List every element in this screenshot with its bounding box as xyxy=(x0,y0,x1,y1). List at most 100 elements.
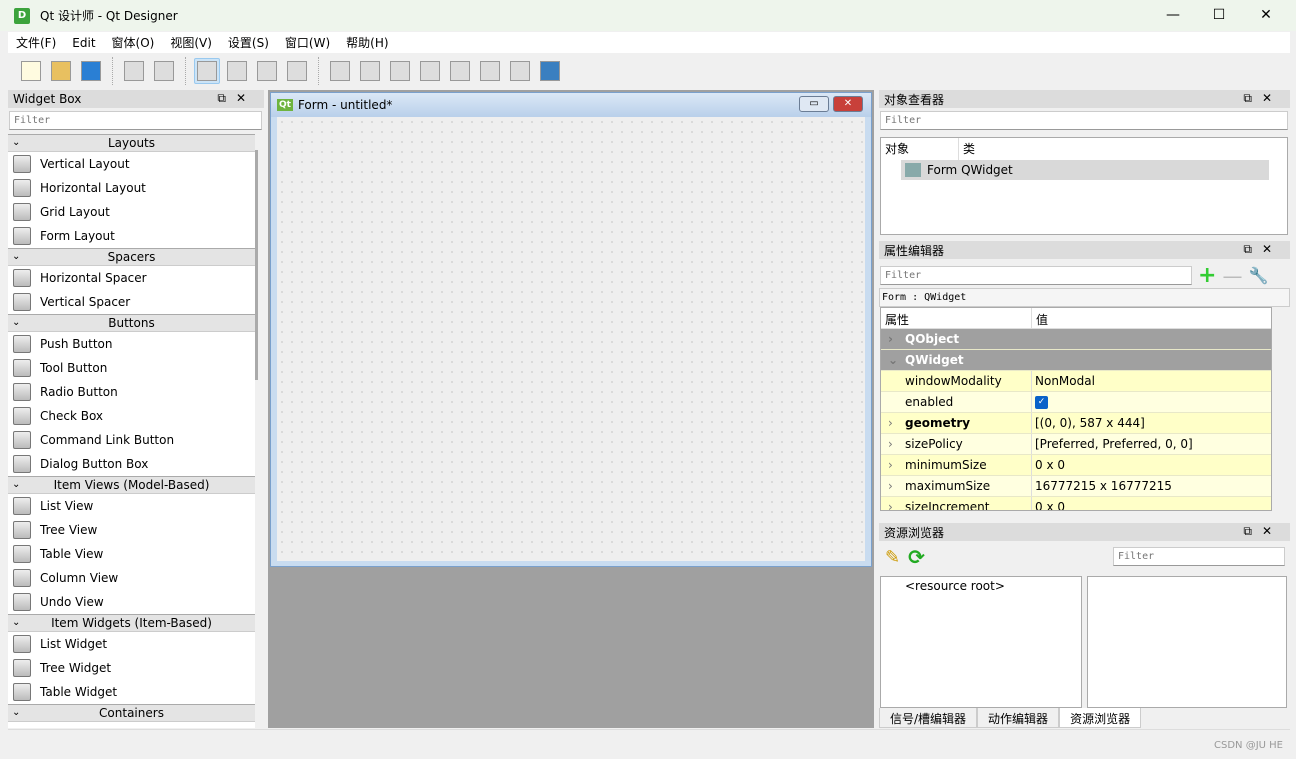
float-close-icons[interactable]: ⧉✕ xyxy=(1243,524,1282,539)
chevron-right-icon[interactable]: › xyxy=(888,497,893,510)
resource-list[interactable] xyxy=(1087,576,1287,708)
widget-item[interactable]: List View xyxy=(8,494,255,518)
send-to-back-icon[interactable] xyxy=(121,58,147,84)
widget-item[interactable]: Vertical Spacer xyxy=(8,290,255,314)
configure-wrench-icon[interactable]: 🔧 xyxy=(1248,266,1268,285)
widget-item[interactable]: Tree Widget xyxy=(8,656,255,680)
chevron-down-icon[interactable]: ⌄ xyxy=(888,350,898,370)
break-layout-icon[interactable] xyxy=(507,58,533,84)
form-close-icon[interactable]: ✕ xyxy=(833,96,863,112)
menu-item[interactable]: 设置(S) xyxy=(220,34,277,51)
widget-item[interactable]: Check Box xyxy=(8,404,255,428)
menu-item[interactable]: 窗体(O) xyxy=(104,34,163,51)
widget-item[interactable]: Table View xyxy=(8,542,255,566)
widget-item[interactable]: Vertical Layout xyxy=(8,152,255,176)
menu-item[interactable]: 文件(F) xyxy=(8,34,64,51)
property-value[interactable]: [(0, 0), 587 x 444] xyxy=(1032,413,1271,433)
menu-item[interactable]: Edit xyxy=(64,36,103,50)
save-icon[interactable] xyxy=(78,58,104,84)
layout-vertical-splitter-icon[interactable] xyxy=(417,58,443,84)
widget-item[interactable]: Column View xyxy=(8,566,255,590)
resource-root[interactable]: <resource root> xyxy=(905,579,1005,593)
widget-item[interactable]: Tree View xyxy=(8,518,255,542)
reload-icon[interactable]: ⟳ xyxy=(908,545,925,569)
widget-item[interactable]: Horizontal Layout xyxy=(8,176,255,200)
menu-item[interactable]: 帮助(H) xyxy=(338,34,396,51)
layout-horizontal-icon[interactable] xyxy=(327,58,353,84)
object-filter-input[interactable] xyxy=(880,111,1288,130)
chevron-right-icon[interactable]: › xyxy=(888,476,893,496)
close-button[interactable]: ✕ xyxy=(1243,0,1289,31)
edit-resources-icon[interactable]: ✎ xyxy=(885,547,900,568)
widget-category-item-widgets-item-based-[interactable]: ⌄ Item Widgets (Item-Based) xyxy=(8,614,255,632)
edit-widgets-icon[interactable] xyxy=(194,58,220,84)
property-row[interactable]: enabled ✓ xyxy=(881,392,1271,413)
remove-property-icon[interactable]: — xyxy=(1222,266,1242,286)
float-close-icons[interactable]: ⧉✕ xyxy=(217,91,256,106)
property-group[interactable]: ⌄ QWidget xyxy=(881,350,1271,371)
bring-to-front-icon[interactable] xyxy=(151,58,177,84)
widget-item[interactable]: Form Layout xyxy=(8,224,255,248)
property-group[interactable]: › QObject xyxy=(881,329,1271,350)
chevron-right-icon[interactable]: › xyxy=(888,434,893,454)
edit-signals-slots-icon[interactable] xyxy=(224,58,250,84)
tab-resource-browser[interactable]: 资源浏览器 xyxy=(1059,708,1142,728)
widget-category-layouts[interactable]: ⌄ Layouts xyxy=(8,134,255,152)
layout-grid-icon[interactable] xyxy=(447,58,473,84)
form-minimize-icon[interactable]: ▭ xyxy=(799,96,829,112)
widget-item[interactable]: Radio Button xyxy=(8,380,255,404)
chevron-right-icon[interactable]: › xyxy=(888,413,893,433)
widget-item[interactable]: Dialog Button Box xyxy=(8,452,255,476)
layout-vertical-icon[interactable] xyxy=(357,58,383,84)
menu-item[interactable]: 窗口(W) xyxy=(277,34,338,51)
property-row[interactable]: › sizeIncrement 0 x 0 xyxy=(881,497,1271,510)
property-value[interactable]: 0 x 0 xyxy=(1032,497,1271,510)
property-value[interactable]: ✓ xyxy=(1032,392,1271,412)
widget-filter-input[interactable] xyxy=(9,111,262,130)
resource-filter-input[interactable] xyxy=(1113,547,1285,566)
widget-category-spacers[interactable]: ⌄ Spacers xyxy=(8,248,255,266)
property-value[interactable]: [Preferred, Preferred, 0, 0] xyxy=(1032,434,1271,454)
widget-item[interactable]: Grid Layout xyxy=(8,200,255,224)
form-title-bar[interactable]: Qt Form - untitled* xyxy=(271,93,871,117)
tab-signal-slot-editor[interactable]: 信号/槽编辑器 xyxy=(879,708,978,728)
float-close-icons[interactable]: ⧉✕ xyxy=(1243,91,1282,106)
open-folder-icon[interactable] xyxy=(48,58,74,84)
property-filter-input[interactable] xyxy=(880,266,1192,285)
object-row-form[interactable]: Form QWidget xyxy=(901,160,1269,180)
property-row[interactable]: › sizePolicy [Preferred, Preferred, 0, 0] xyxy=(881,434,1271,455)
widget-item[interactable]: Push Button xyxy=(8,332,255,356)
widget-category-item-views-model-based-[interactable]: ⌄ Item Views (Model-Based) xyxy=(8,476,255,494)
property-row[interactable]: windowModality NonModal xyxy=(881,371,1271,392)
property-row[interactable]: › minimumSize 0 x 0 xyxy=(881,455,1271,476)
menu-item[interactable]: 视图(V) xyxy=(162,34,220,51)
property-row[interactable]: › maximumSize 16777215 x 16777215 xyxy=(881,476,1271,497)
edit-buddies-icon[interactable] xyxy=(254,58,280,84)
layout-form-icon[interactable] xyxy=(477,58,503,84)
maximize-button[interactable]: ☐ xyxy=(1196,0,1242,31)
property-value[interactable]: 16777215 x 16777215 xyxy=(1032,476,1271,496)
enabled-checkbox[interactable]: ✓ xyxy=(1035,396,1048,409)
new-file-icon[interactable] xyxy=(18,58,44,84)
chevron-right-icon[interactable]: › xyxy=(888,329,893,349)
form-canvas[interactable] xyxy=(277,117,865,561)
widget-item[interactable]: Table Widget xyxy=(8,680,255,704)
chevron-right-icon[interactable]: › xyxy=(888,455,893,475)
adjust-size-icon[interactable] xyxy=(537,58,563,84)
widget-box-scrollbar[interactable] xyxy=(255,150,258,380)
widget-category-containers[interactable]: ⌄ Containers xyxy=(8,704,255,722)
minimize-button[interactable]: — xyxy=(1150,0,1196,31)
tab-action-editor[interactable]: 动作编辑器 xyxy=(977,708,1060,728)
float-close-icons[interactable]: ⧉✕ xyxy=(1243,242,1282,257)
add-property-icon[interactable]: + xyxy=(1198,264,1216,286)
widget-item[interactable]: Horizontal Spacer xyxy=(8,266,255,290)
form-window[interactable]: Qt Form - untitled* ▭ ✕ xyxy=(270,92,872,567)
property-value[interactable]: NonModal xyxy=(1032,371,1271,391)
widget-item[interactable]: List Widget xyxy=(8,632,255,656)
widget-item[interactable]: Undo View xyxy=(8,590,255,614)
widget-category-buttons[interactable]: ⌄ Buttons xyxy=(8,314,255,332)
property-value[interactable]: 0 x 0 xyxy=(1032,455,1271,475)
widget-item[interactable]: Tool Button xyxy=(8,356,255,380)
layout-horizontal-splitter-icon[interactable] xyxy=(387,58,413,84)
edit-tab-order-icon[interactable] xyxy=(284,58,310,84)
